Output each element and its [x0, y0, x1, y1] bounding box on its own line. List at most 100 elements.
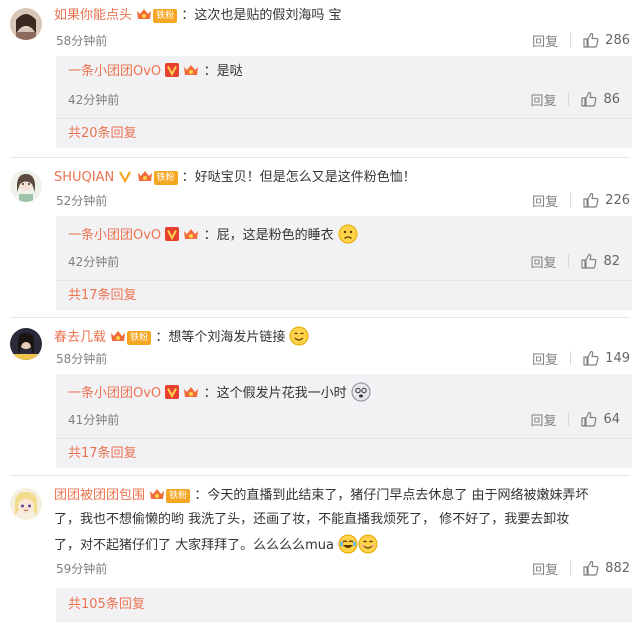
divider — [570, 561, 572, 575]
reply-actions: 回复 82 — [530, 251, 620, 271]
divider — [10, 157, 630, 158]
reply-time: 42分钟前 — [68, 255, 120, 269]
reply-button[interactable]: 回复 — [530, 252, 556, 271]
more-replies-link[interactable]: 共17条回复 — [68, 443, 137, 465]
comment-item: SHUQIAN 铁粉 ：好哒宝贝！但是怎么又是这件粉色恤！ 52分钟前 回复 2… — [0, 162, 640, 314]
comment-time: 58分钟前 — [56, 34, 108, 48]
like-count: 64 — [603, 411, 620, 427]
divider — [568, 92, 570, 106]
divider — [568, 412, 570, 426]
avatar[interactable] — [10, 328, 42, 360]
like-button[interactable]: 86 — [581, 91, 620, 107]
like-count: 149 — [605, 350, 630, 366]
comment-actions: 回复 226 — [532, 190, 630, 210]
reply-button[interactable]: 回复 — [532, 191, 558, 210]
avatar[interactable] — [10, 170, 42, 202]
like-button[interactable]: 64 — [581, 411, 620, 427]
reply-username[interactable]: 一条小团团OvO — [68, 386, 161, 401]
vip-crown-icon — [150, 489, 165, 499]
comment-content: SHUQIAN 铁粉 ：好哒宝贝！但是怎么又是这件粉色恤！ — [54, 170, 416, 185]
like-button[interactable]: 226 — [583, 192, 630, 208]
like-count: 882 — [605, 560, 630, 576]
thumbs-up-icon — [583, 32, 599, 48]
fan-badge: 铁粉 — [166, 489, 191, 503]
reply-username[interactable]: 一条小团团OvO — [68, 64, 161, 79]
reply-button[interactable]: 回复 — [530, 90, 556, 109]
sad-face-emoji-icon — [338, 224, 358, 244]
like-button[interactable]: 882 — [583, 560, 630, 576]
like-button[interactable]: 149 — [583, 350, 630, 366]
comment-text: 了，我也不想偷懒的哟 我洗了头，还画了妆，不能直播我烦死了， 修不好了，我要去卸… — [54, 512, 570, 527]
comment-username[interactable]: SHUQIAN — [54, 170, 114, 185]
comment-item: 团团被团团包围 铁粉 ：今天的直播到此结束了，猪仔门早点去休息了 由于网络被嫩妹… — [0, 480, 640, 627]
comment-content: 春去几载 铁粉 ：想等个刘海发片链接 — [54, 326, 632, 348]
thumbs-up-icon — [581, 411, 597, 427]
comment-text: 好哒宝贝！但是怎么又是这件粉色恤！ — [194, 170, 416, 185]
like-count: 86 — [603, 91, 620, 107]
like-count: 286 — [605, 32, 630, 48]
dizzy-face-emoji-icon — [351, 382, 371, 402]
reply-button[interactable]: 回复 — [532, 349, 558, 368]
thumbs-up-icon — [583, 192, 599, 208]
comment-username[interactable]: 春去几载 — [54, 330, 106, 345]
like-count: 82 — [603, 253, 620, 269]
vip-crown-icon — [184, 387, 199, 397]
comment-text: 这次也是贴的假刘海吗 宝 — [194, 8, 342, 23]
comment-username[interactable]: 如果你能点头 — [54, 8, 132, 23]
comment-time: 52分钟前 — [56, 194, 108, 208]
reply-actions: 回复 64 — [530, 409, 620, 429]
reply-content: 一条小团团OvO ：这个假发片花我一小时 — [68, 382, 622, 404]
more-replies-row: 共105条回复 — [56, 588, 632, 622]
more-replies-link[interactable]: 共17条回复 — [68, 285, 137, 307]
avatar[interactable] — [10, 8, 42, 40]
comment-text-line-1: 今天的直播到此结束了，猪仔门早点去休息了 由于网络被嫩妹弄坏 — [207, 488, 589, 503]
comment-text-line-2: 了，我也不想偷懒的哟 我洗了头，还画了妆，不能直播我烦死了， 修不好了，我要去卸… — [54, 510, 632, 530]
comment-actions: 回复 286 — [532, 30, 630, 50]
more-replies-link[interactable]: 共20条回复 — [68, 123, 137, 145]
reply-button[interactable]: 回复 — [532, 31, 558, 50]
reply-text: 是哒 — [216, 64, 243, 79]
like-button[interactable]: 286 — [583, 32, 630, 48]
reply-box: 一条小团团OvO ：是哒 42分钟前 回复 86 — [56, 56, 632, 118]
thumbs-up-icon — [583, 560, 599, 576]
avatar[interactable] — [10, 488, 42, 520]
comment-actions: 回复 882 — [532, 558, 630, 578]
like-button[interactable]: 82 — [581, 253, 620, 269]
reply-button[interactable]: 回复 — [530, 410, 556, 429]
comment-item: 如果你能点头 铁粉 ：这次也是贴的假刘海吗 宝 58分钟前 回复 286 一条小… — [0, 0, 640, 152]
smile-face-emoji-icon — [289, 326, 309, 346]
more-replies-link[interactable]: 共105条回复 — [68, 594, 145, 616]
reply-box: 一条小团团OvO ：这个假发片花我一小时 41分钟前 回复 64 — [56, 374, 632, 438]
reply-username[interactable]: 一条小团团OvO — [68, 228, 161, 243]
comment-content: 如果你能点头 铁粉 ：这次也是贴的假刘海吗 宝 — [54, 8, 342, 23]
reply-text: 屁，这是粉色的睡衣 — [216, 228, 334, 243]
more-replies-row: 共17条回复 — [56, 438, 632, 468]
comment-time: 58分钟前 — [56, 352, 108, 366]
more-replies-row: 共20条回复 — [56, 118, 632, 148]
thumbs-up-icon — [581, 253, 597, 269]
thumbs-up-icon — [581, 91, 597, 107]
vip-crown-icon — [137, 171, 152, 181]
comment-content: 团团被团团包围 铁粉 ：今天的直播到此结束了，猪仔门早点去休息了 由于网络被嫩妹… — [54, 488, 589, 503]
reply-button[interactable]: 回复 — [532, 559, 558, 578]
smile-face-emoji-icon — [358, 534, 378, 554]
divider — [570, 351, 572, 365]
reply-text: 这个假发片花我一小时 — [216, 386, 347, 401]
divider — [570, 193, 572, 207]
verified-v-icon — [165, 385, 180, 399]
more-replies-row: 共17条回复 — [56, 280, 632, 310]
vip-crown-icon — [137, 9, 152, 19]
verified-v-icon — [119, 171, 132, 183]
verified-v-icon — [165, 63, 180, 77]
divider — [10, 475, 630, 476]
fan-badge: 铁粉 — [127, 331, 152, 345]
comment-text-line-3: 了，对不起猪仔们了 大家拜拜了。么么么么mua — [54, 534, 632, 556]
reply-box: 一条小团团OvO ：屁，这是粉色的睡衣 42分钟前 回复 82 — [56, 216, 632, 280]
comment-text: 了，对不起猪仔们了 大家拜拜了。么么么么mua — [54, 538, 335, 553]
comment-item: 春去几载 铁粉 ：想等个刘海发片链接 58分钟前 回复 149 一条小团团OvO… — [0, 322, 640, 472]
laugh-tears-emoji-icon — [338, 534, 358, 554]
comment-username[interactable]: 团团被团团包围 — [54, 488, 145, 503]
reply-content: 一条小团团OvO ：屁，这是粉色的睡衣 — [68, 224, 622, 246]
reply-time: 42分钟前 — [68, 93, 120, 107]
comment-time: 59分钟前 — [56, 562, 108, 576]
